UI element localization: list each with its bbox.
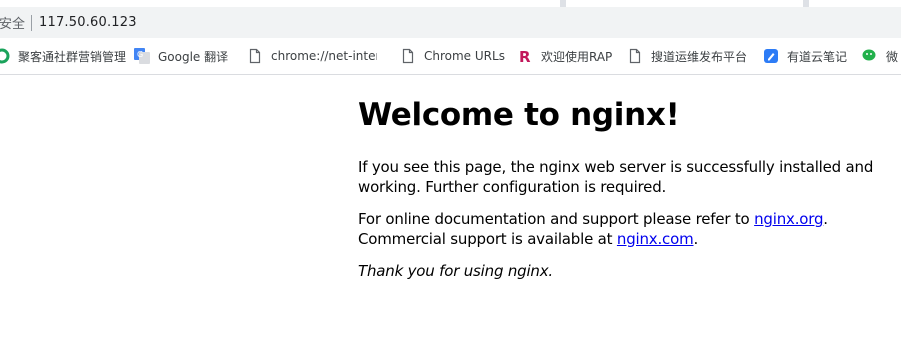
page-icon [247, 48, 263, 64]
bookmark-soudao-ops[interactable]: 搜道运维发布平台 [627, 42, 763, 70]
nginx-org-link[interactable]: nginx.org [754, 210, 823, 228]
svg-text:G: G [137, 50, 143, 59]
nginx-com-link[interactable]: nginx.com [617, 230, 694, 248]
bookmark-youdao-note[interactable]: 有道云笔记 [763, 42, 862, 70]
commercial-text: Commercial support is available at [358, 229, 617, 248]
google-translate-icon: G [134, 48, 150, 64]
tab-strip [0, 0, 901, 7]
bookmark-google-translate[interactable]: G Google 翻译 [134, 42, 247, 70]
bookmark-net-internals[interactable]: chrome://net-intern [247, 42, 400, 70]
bookmark-label: Chrome URLs [424, 49, 505, 63]
omnibox-separator [31, 14, 33, 31]
docs-period: . [823, 210, 828, 228]
page-viewport: Welcome to nginx! If you see this page, … [0, 75, 901, 346]
bookmark-label: 欢迎使用RAP [541, 49, 613, 64]
page-title: Welcome to nginx! [358, 97, 680, 133]
commercial-period: . [693, 229, 699, 248]
bookmark-label: 搜道运维发布平台 [651, 49, 748, 64]
rap-r-icon: R [517, 48, 533, 64]
bookmark-label: 有道云笔记 [787, 49, 848, 64]
docs-text: For online documentation and support ple… [358, 210, 755, 228]
bookmark-label: chrome://net-intern [271, 49, 377, 63]
active-tab-edge[interactable] [0, 0, 560, 7]
bookmark-chrome-urls[interactable]: Chrome URLs [400, 42, 517, 70]
thanks-paragraph: Thank you for using nginx. [358, 262, 878, 282]
bookmark-wechat[interactable]: 微 [862, 42, 901, 70]
omnibox[interactable]: 安全 117.50.60.123 [0, 10, 892, 35]
page-icon [400, 48, 416, 64]
tab-edge[interactable] [566, 0, 803, 7]
intro-paragraph: If you see this page, the nginx web serv… [358, 158, 874, 196]
tab-edge[interactable] [809, 0, 901, 7]
bookmark-jukeitong[interactable]: 聚客通社群营销管理 [0, 42, 134, 70]
url-text[interactable]: 117.50.60.123 [39, 15, 137, 30]
svg-text:R: R [519, 48, 531, 64]
nginx-welcome-content: Welcome to nginx! If you see this page, … [358, 95, 878, 295]
bookmarks-bar: 聚客通社群营销管理 G Google 翻译 chrome://net-inter… [0, 38, 901, 75]
security-indicator[interactable]: 安全 [0, 13, 25, 32]
page-icon [627, 48, 643, 64]
toolbar: 安全 117.50.60.123 [0, 7, 901, 38]
bookmark-label: Google 翻译 [158, 49, 229, 64]
thanks-text: Thank you for using nginx. [358, 262, 553, 280]
youdao-note-icon [763, 48, 779, 64]
wechat-icon [862, 48, 878, 64]
bookmark-label: 微 [886, 49, 899, 64]
bookmark-label: 聚客通社群营销管理 [18, 49, 127, 64]
bookmark-rap[interactable]: R 欢迎使用RAP [517, 42, 627, 70]
docs-paragraph: For online documentation and support ple… [358, 210, 878, 249]
green-ring-icon [0, 48, 10, 64]
